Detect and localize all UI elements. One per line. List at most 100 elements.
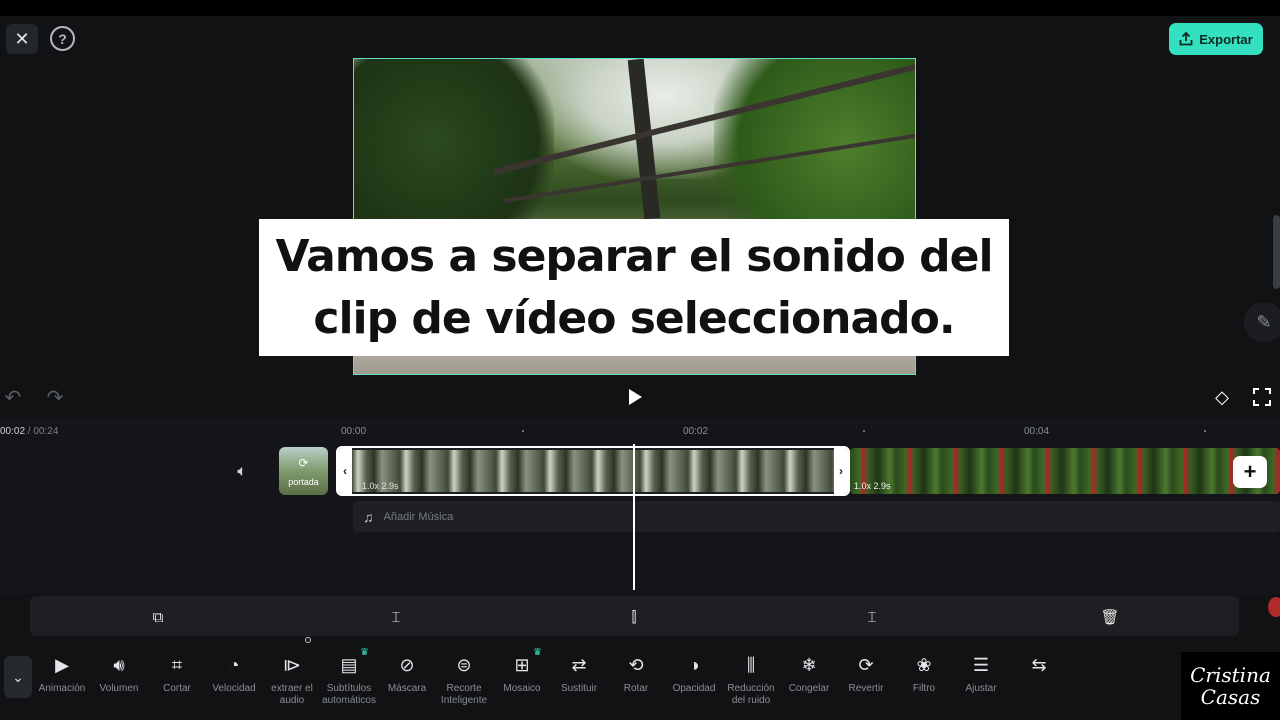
trim-start-button[interactable]: ⌶ — [385, 606, 407, 628]
tool-speed[interactable]: ◔ Velocidad — [203, 652, 265, 712]
tool-label: Ajustar — [965, 683, 997, 694]
cover-label: portada — [288, 477, 319, 487]
delete-icon: 🗑︎ — [1100, 609, 1120, 626]
tool-freeze[interactable]: ❄ Congelar — [778, 652, 840, 712]
tool-label: Rotar — [623, 683, 649, 694]
tool-volume[interactable]: 🔊︎ Volumen — [88, 652, 150, 712]
ruler-mark: 00:00 — [341, 426, 367, 437]
filter-icon: ❀ — [916, 654, 932, 675]
replace-icon: ⇄ — [571, 654, 587, 675]
tool-label: Subtítulos automáticos — [322, 683, 376, 706]
fullscreen-button[interactable] — [1249, 384, 1275, 410]
premium-crown-icon: ♛ — [360, 647, 369, 658]
ruler-mark: 00:02 — [683, 426, 709, 437]
caption-line-2: clip de vídeo seleccionado. — [313, 292, 955, 344]
tool-label: extraer el audio — [271, 683, 313, 706]
freeze-icon: ❄ — [801, 654, 817, 675]
tool-mask[interactable]: ⊘ Máscara — [376, 652, 438, 712]
music-note-icon: ♫ — [363, 508, 374, 525]
side-scrollbar[interactable] — [1273, 215, 1280, 289]
clip-meta: 1.0x 2.9s — [854, 481, 891, 491]
premium-crown-icon: ♛ — [533, 647, 542, 658]
noise-reduction-icon: ⫼ — [746, 654, 756, 675]
speed-icon: ◔ — [228, 654, 240, 675]
edit-pencil-button[interactable]: ✎ — [1244, 302, 1280, 342]
play-icon — [629, 389, 642, 405]
trim-handle-right[interactable]: › — [834, 448, 848, 494]
duplicate-icon: ⧉ — [152, 608, 164, 626]
clip-frames — [352, 450, 834, 492]
video-clip[interactable]: 1.0x 2.9s — [850, 448, 1280, 494]
undo-button[interactable]: ↶ — [2, 386, 24, 409]
chevron-down-icon: ⌄ — [12, 668, 24, 685]
play-button[interactable] — [622, 385, 648, 409]
tool-auto-subtitles[interactable]: ▤ ♛ Subtítulos automáticos — [318, 647, 380, 712]
tool-label: Cortar — [163, 683, 191, 694]
tool-loop[interactable]: ⇆ — [1008, 652, 1070, 712]
trim-start-icon: ⌶ — [391, 608, 401, 626]
help-button[interactable]: ? — [50, 26, 75, 51]
tool-label: Opacidad — [672, 683, 716, 694]
add-clip-button[interactable]: + — [1233, 456, 1267, 488]
mask-icon: ⊘ — [399, 654, 415, 675]
top-black-bar — [0, 0, 1280, 16]
adjust-icon: ☰ — [972, 654, 990, 675]
total-time: / 00:24 — [25, 426, 59, 437]
split-button[interactable]: ⫿ — [623, 606, 645, 628]
tool-label: Recorte Inteligente — [440, 683, 488, 706]
tool-opacity[interactable]: ◑ Opacidad — [663, 652, 725, 712]
rotate-icon: ⟲ — [628, 654, 644, 675]
tool-reverse[interactable]: ⟳ Revertir — [835, 652, 897, 712]
tool-label: Revertir — [848, 683, 884, 694]
add-music-label: Añadir Música — [383, 510, 454, 523]
delete-button[interactable]: 🗑︎ — [1099, 606, 1121, 628]
indicator-dot — [305, 637, 311, 643]
timecode: 00:02 / 00:24 — [0, 426, 58, 437]
tool-filter[interactable]: ❀ Filtro — [893, 652, 955, 712]
tool-animation[interactable]: ▶ Animación — [31, 652, 93, 712]
tool-rotate[interactable]: ⟲ Rotar — [605, 652, 667, 712]
playhead[interactable] — [633, 444, 635, 590]
ruler-dot — [1204, 430, 1206, 432]
ruler-dot — [863, 430, 865, 432]
watermark-line-1: Cristina — [1190, 663, 1271, 687]
redo-button[interactable]: ↷ — [44, 386, 66, 409]
pencil-icon: ✎ — [1256, 311, 1272, 332]
speaker-icon: 🔈︎ — [237, 463, 247, 480]
fullscreen-icon — [1253, 388, 1271, 406]
close-button[interactable]: ✕ — [6, 24, 38, 54]
split-icon: ⫿ — [631, 608, 637, 626]
tool-label: Animación — [38, 683, 86, 694]
watermark-line-2: Casas — [1200, 685, 1261, 709]
keyframe-button[interactable]: ◇ — [1209, 384, 1235, 410]
tool-adjust[interactable]: ☰ Ajustar — [950, 652, 1012, 712]
trim-end-icon: ⌶ — [867, 608, 877, 626]
add-music-track[interactable]: ♫ Añadir Música — [353, 501, 1280, 532]
tool-label: Máscara — [387, 683, 427, 694]
tool-extract-audio[interactable]: ⧐ extraer el audio — [261, 652, 323, 712]
track-mute-button[interactable]: 🔈︎ — [230, 460, 254, 484]
duplicate-button[interactable]: ⧉ — [147, 606, 169, 628]
tool-mosaic[interactable]: ⊞ ♛ Mosaico — [491, 647, 553, 712]
tool-replace[interactable]: ⇄ Sustituir — [548, 652, 610, 712]
tool-label: Filtro — [912, 683, 936, 694]
tool-label: Velocidad — [212, 683, 256, 694]
caption-line-1: Vamos a separar el sonido del — [275, 230, 993, 282]
tool-noise-reduction[interactable]: ⫼ Reducción del ruido — [720, 652, 782, 712]
tool-label: Reducción del ruido — [727, 683, 775, 706]
close-icon: ✕ — [14, 28, 30, 49]
keyframe-icon: ◇ — [1215, 386, 1229, 407]
collapse-toolbar-button[interactable]: ⌄ — [4, 656, 32, 698]
tool-crop[interactable]: ⌗ Cortar — [146, 652, 208, 712]
trim-end-button[interactable]: ⌶ — [861, 606, 883, 628]
cover-thumbnail[interactable]: ⟳ portada — [279, 447, 328, 495]
animation-icon: ▶ — [55, 654, 69, 675]
tool-label: Sustituir — [560, 683, 598, 694]
export-button[interactable]: Exportar — [1169, 23, 1263, 55]
selected-video-clip[interactable]: ‹ › 1.0x 2.9s — [336, 446, 850, 496]
export-icon — [1179, 32, 1193, 46]
caption-box: Vamos a separar el sonido del clip de ví… — [259, 219, 1009, 356]
trim-handle-left[interactable]: ‹ — [338, 448, 352, 494]
tool-smart-cutout[interactable]: ⊜ Recorte Inteligente — [433, 652, 495, 712]
redo-icon: ↷ — [46, 386, 64, 409]
